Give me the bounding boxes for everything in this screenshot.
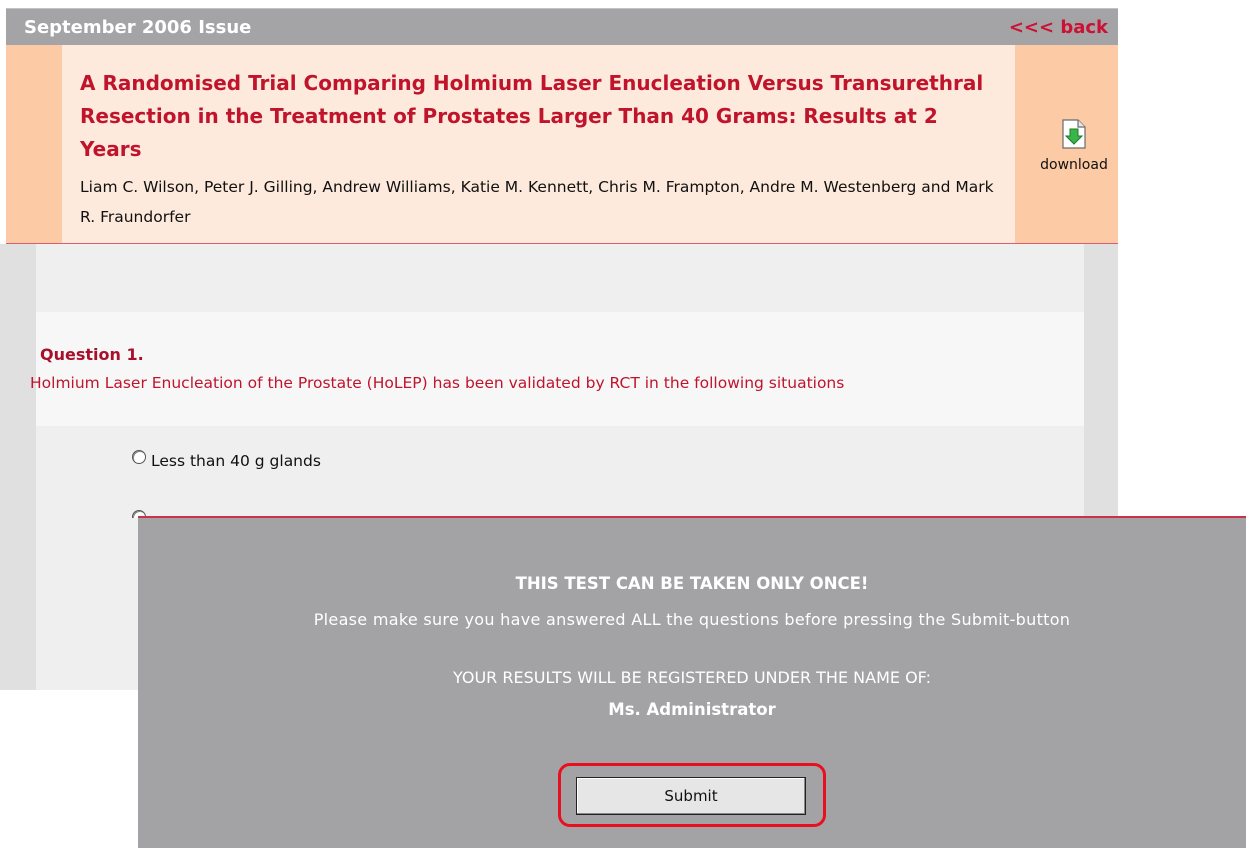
question-text: Holmium Laser Enucleation of the Prostat… [30, 374, 845, 392]
back-link[interactable]: <<< back [1009, 17, 1108, 38]
download-label: download [1040, 157, 1108, 173]
register-name: Ms. Administrator [608, 700, 776, 719]
question-box [36, 312, 1084, 426]
warning-title: THIS TEST CAN BE TAKEN ONLY ONCE! [515, 574, 869, 593]
article-title: A Randomised Trial Comparing Holmium Las… [80, 71, 984, 161]
article-header-inner: A Randomised Trial Comparing Holmium Las… [62, 45, 1015, 243]
submit-dialog: THIS TEST CAN BE TAKEN ONLY ONCE! Please… [138, 516, 1246, 848]
question-label: Question 1. [40, 345, 144, 364]
article-authors: Liam C. Wilson, Peter J. Gilling, Andrew… [80, 178, 994, 226]
left-gutter [0, 244, 36, 690]
issue-title: September 2006 Issue [24, 17, 252, 38]
warning-text: Please make sure you have answered ALL t… [313, 610, 1071, 629]
submit-button[interactable]: Submit [576, 777, 806, 815]
download-icon [1062, 119, 1086, 149]
radio-button[interactable] [132, 450, 146, 464]
register-text: YOUR RESULTS WILL BE REGISTERED UNDER TH… [452, 668, 932, 687]
content-spacer [36, 244, 1084, 312]
issue-header-bar: September 2006 Issue <<< back [6, 8, 1118, 45]
article-header: A Randomised Trial Comparing Holmium Las… [6, 45, 1118, 244]
download-button[interactable]: download [1034, 119, 1114, 189]
option-label: Less than 40 g glands [151, 452, 321, 470]
